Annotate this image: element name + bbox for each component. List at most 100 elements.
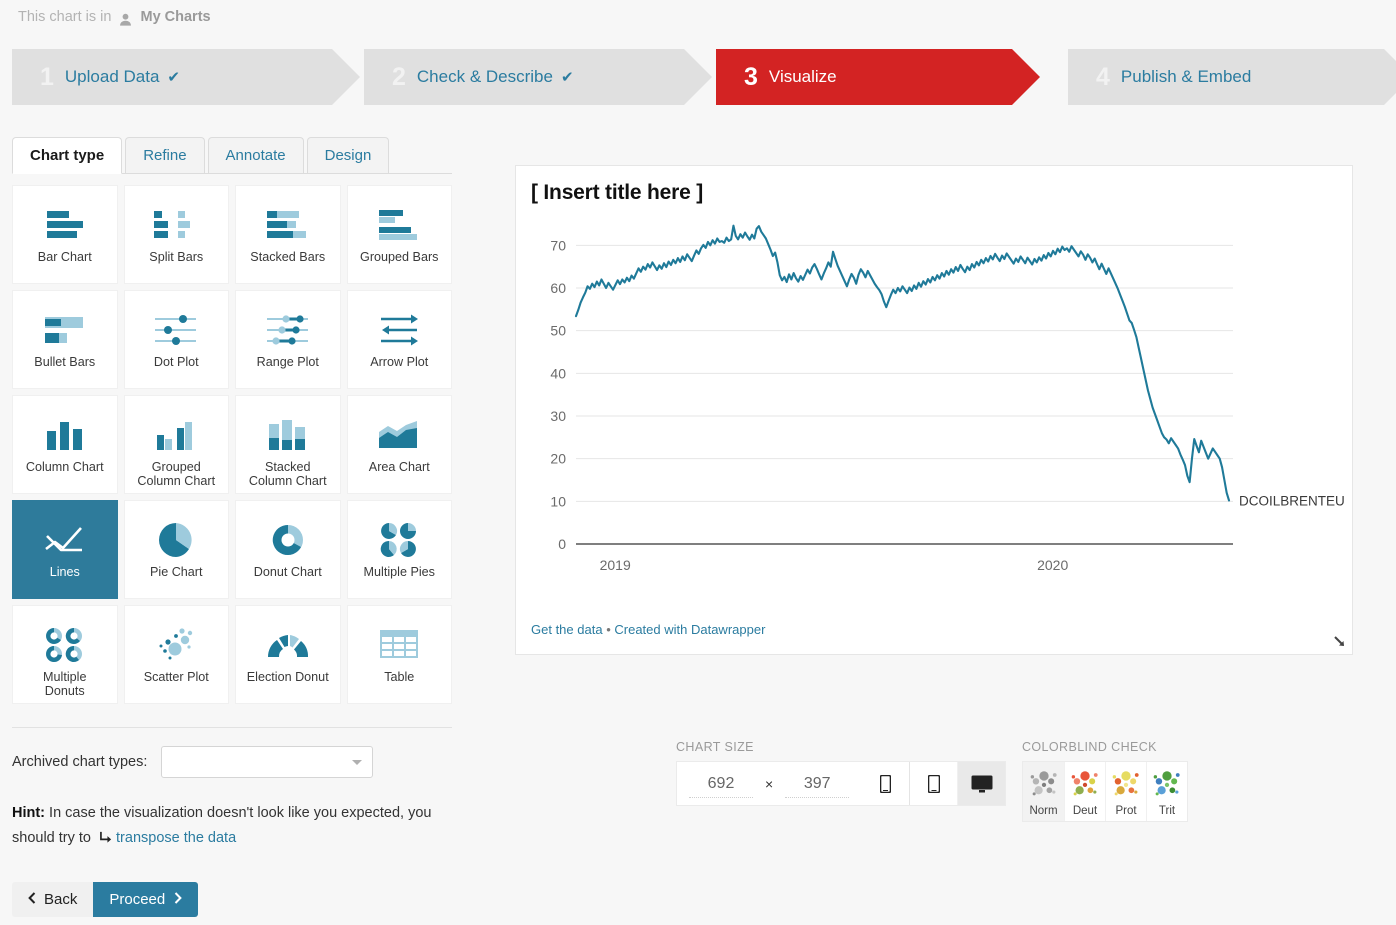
step-upload-data[interactable]: 1 Upload Data ✔ bbox=[12, 49, 360, 105]
back-button[interactable]: Back bbox=[12, 881, 94, 917]
chart-type-label: Grouped Column Chart bbox=[137, 460, 216, 489]
tab-annotate[interactable]: Annotate bbox=[207, 136, 304, 173]
tab-refine[interactable]: Refine bbox=[125, 136, 205, 173]
chart-type-tile-arrow-plot[interactable]: Arrow Plot bbox=[346, 290, 452, 389]
stacked-column-chart-icon bbox=[266, 412, 310, 458]
chart-type-tile-dot-plot[interactable]: Dot Plot bbox=[123, 290, 229, 389]
breadcrumb-folder-link[interactable]: My Charts bbox=[140, 9, 210, 25]
colorblind-trit-button[interactable]: Trit bbox=[1146, 762, 1187, 821]
user-icon bbox=[118, 12, 133, 27]
archived-label: Archived chart types: bbox=[12, 754, 148, 770]
chart-size-control: CHART SIZE 692 × 397 bbox=[676, 740, 1007, 806]
chart-type-tile-column-chart[interactable]: Column Chart bbox=[12, 395, 118, 494]
chart-type-tile-stacked-bars[interactable]: Stacked Bars bbox=[235, 185, 341, 284]
area-chart-icon bbox=[375, 412, 423, 458]
tablet-icon[interactable] bbox=[909, 762, 957, 805]
chart-type-tile-grouped-column-chart[interactable]: Grouped Column Chart bbox=[123, 395, 229, 494]
bullet-bars-icon bbox=[39, 307, 91, 353]
chart-footer: Get the data • Created with Datawrapper bbox=[531, 622, 765, 637]
chart-type-tile-table[interactable]: Table bbox=[346, 605, 452, 704]
chart-type-label: Stacked Column Chart bbox=[248, 460, 327, 489]
column-chart-icon bbox=[43, 412, 87, 458]
step-label: Upload Data bbox=[64, 67, 160, 86]
colorblind-norm-icon bbox=[1027, 767, 1061, 804]
chart-type-tile-range-plot[interactable]: Range Plot bbox=[235, 290, 341, 389]
step-visualize[interactable]: 3 Visualize bbox=[716, 49, 1040, 105]
y-axis-tick-label: 50 bbox=[550, 323, 566, 339]
archived-chart-types-row: Archived chart types: bbox=[12, 727, 452, 778]
colorblind-label: Deut bbox=[1072, 805, 1098, 817]
chevron-left-icon bbox=[28, 891, 36, 908]
get-the-data-link[interactable]: Get the data bbox=[531, 622, 603, 637]
chart-type-tile-bullet-bars[interactable]: Bullet Bars bbox=[12, 290, 118, 389]
step-check-describe[interactable]: 2 Check & Describe ✔ bbox=[364, 49, 712, 105]
chart-type-tile-multiple-pies[interactable]: Multiple Pies bbox=[346, 500, 452, 599]
tab-chart-type[interactable]: Chart type bbox=[12, 136, 123, 174]
size-times-symbol: × bbox=[765, 775, 774, 792]
created-with-datawrapper-link[interactable]: Created with Datawrapper bbox=[614, 622, 765, 637]
step-number: 1 bbox=[40, 62, 54, 91]
colorblind-prot-icon bbox=[1109, 767, 1143, 804]
y-axis-tick-label: 70 bbox=[550, 237, 566, 253]
chart-type-label: Arrow Plot bbox=[370, 355, 429, 369]
arrow-plot-icon bbox=[373, 307, 425, 353]
colorblind-prot-button[interactable]: Prot bbox=[1105, 762, 1146, 821]
input-underline bbox=[785, 797, 850, 798]
chart-type-tile-multiple-donuts[interactable]: Multiple Donuts bbox=[12, 605, 118, 704]
chart-type-label: Column Chart bbox=[25, 460, 104, 474]
chart-type-label: Pie Chart bbox=[150, 565, 203, 579]
chart-title[interactable]: [ Insert title here ] bbox=[531, 181, 703, 205]
chart-type-grid: Bar Chart Split Bars Stacked Bars Groupe… bbox=[12, 185, 452, 704]
colorblind-check-caption: COLORBLIND CHECK bbox=[1022, 740, 1157, 754]
chart-type-tile-area-chart[interactable]: Area Chart bbox=[346, 395, 452, 494]
chart-type-tile-lines[interactable]: Lines bbox=[12, 500, 118, 599]
tab-design[interactable]: Design bbox=[306, 136, 390, 173]
colorblind-deut-button[interactable]: Deut bbox=[1064, 762, 1105, 821]
chart-type-label: Multiple Pies bbox=[363, 565, 435, 579]
chart-type-label: Multiple Donuts bbox=[43, 670, 87, 699]
chart-height-value: 397 bbox=[803, 774, 831, 792]
chart-type-label: Lines bbox=[49, 565, 80, 579]
chart-height-input[interactable]: 397 bbox=[773, 762, 861, 805]
transpose-icon bbox=[99, 828, 114, 853]
mobile-portrait-icon[interactable] bbox=[861, 762, 909, 805]
chart-type-label: Bullet Bars bbox=[34, 355, 96, 369]
resize-handle-icon[interactable] bbox=[1329, 631, 1345, 647]
chart-type-tile-grouped-bars[interactable]: Grouped Bars bbox=[346, 185, 452, 284]
hint-prefix: Hint: bbox=[12, 805, 46, 821]
chart-type-label: Dot Plot bbox=[153, 355, 199, 369]
y-axis-tick-label: 60 bbox=[550, 280, 566, 296]
transpose-the-data-link[interactable]: transpose the data bbox=[116, 830, 236, 846]
colorblind-check-box: Norm Deut Prot Trit bbox=[1022, 761, 1188, 822]
series-line bbox=[574, 224, 1231, 502]
stacked-bars-icon bbox=[262, 202, 314, 248]
scatter-plot-icon bbox=[152, 622, 200, 668]
grouped-bars-icon bbox=[373, 202, 425, 248]
y-axis-tick-label: 0 bbox=[558, 536, 566, 552]
colorblind-deut-icon bbox=[1068, 767, 1102, 804]
step-arrow-icon bbox=[1012, 49, 1040, 105]
chart-type-tile-stacked-column-chart[interactable]: Stacked Column Chart bbox=[235, 395, 341, 494]
navigation-buttons: Back Proceed bbox=[12, 881, 452, 917]
chart-width-input[interactable]: 692 bbox=[677, 762, 765, 805]
chart-type-tile-election-donut[interactable]: Election Donut bbox=[235, 605, 341, 704]
colorblind-norm-button[interactable]: Norm bbox=[1023, 762, 1064, 821]
chart-type-tile-split-bars[interactable]: Split Bars bbox=[123, 185, 229, 284]
desktop-icon[interactable] bbox=[957, 762, 1006, 805]
step-publish-embed[interactable]: 4 Publish & Embed bbox=[1068, 49, 1396, 105]
colorblind-label: Norm bbox=[1029, 805, 1058, 817]
chart-type-tile-scatter-plot[interactable]: Scatter Plot bbox=[123, 605, 229, 704]
chart-type-tile-donut-chart[interactable]: Donut Chart bbox=[235, 500, 341, 599]
election-donut-icon bbox=[264, 622, 312, 668]
breadcrumb-prefix: This chart is in bbox=[18, 9, 112, 25]
archived-chart-types-select[interactable] bbox=[161, 746, 374, 778]
chart-type-tile-bar-chart[interactable]: Bar Chart bbox=[12, 185, 118, 284]
grouped-column-chart-icon bbox=[154, 412, 198, 458]
step-check-icon: ✔ bbox=[560, 69, 574, 86]
proceed-button[interactable]: Proceed bbox=[93, 881, 199, 917]
split-bars-icon bbox=[150, 202, 202, 248]
proceed-button-label: Proceed bbox=[109, 890, 166, 908]
x-axis-tick-label: 2019 bbox=[600, 557, 631, 573]
chart-type-tile-pie-chart[interactable]: Pie Chart bbox=[123, 500, 229, 599]
series-end-label: DCOILBRENTEU bbox=[1239, 493, 1345, 508]
